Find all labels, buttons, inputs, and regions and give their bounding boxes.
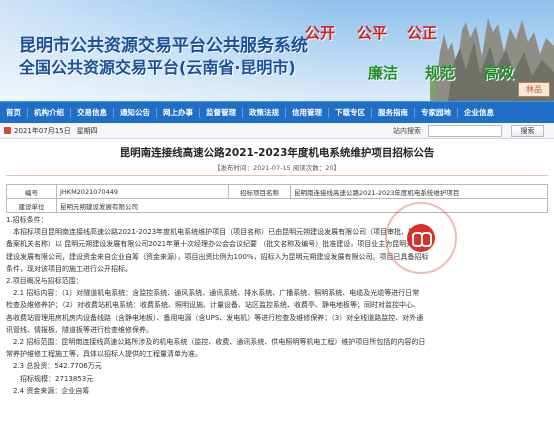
search-button[interactable]: 搜索 <box>511 125 544 137</box>
search-input[interactable] <box>428 125 502 137</box>
corner-stamp: 林品 <box>518 82 550 97</box>
nav-trade-info[interactable]: 交易信息 <box>71 102 113 124</box>
nav-about[interactable]: 机构介绍 <box>28 102 70 124</box>
title-divider <box>6 175 548 176</box>
slogan-lianjie: 廉洁 <box>368 64 399 82</box>
site-title-line1: 昆明市公共资源交易平台公共服务系统 <box>19 36 308 56</box>
nav-experts[interactable]: 专家园地 <box>415 102 457 124</box>
nav-online-service[interactable]: 网上办事 <box>157 102 199 124</box>
search-label: 站内搜索 <box>393 127 421 135</box>
main-nav: 首页 机构介绍 交易信息 通知公告 网上办事 监督管理 政策法规 信用管理 下载… <box>0 101 554 123</box>
paragraph: 2.3 总投资：542.7706万元 <box>6 362 102 371</box>
nav-supervision[interactable]: 监督管理 <box>200 102 242 124</box>
info-bar: 2021年07月15日 星期四 站内搜索 搜索 <box>0 123 554 139</box>
calendar-icon <box>4 127 11 134</box>
site-title-line2: 全国公共资源交易平台(云南省·昆明市) <box>19 58 296 77</box>
paragraph: 备案机关名称）以 昆明元朔建设发展有限公司2021年第十次经理办公会会议纪要 （… <box>6 240 421 249</box>
company-seal <box>385 202 457 274</box>
nav-home[interactable]: 首页 <box>0 102 27 124</box>
article-title: 昆明南连接线高速公路2021-2023年度机电系统维护项目招标公告 <box>119 147 435 159</box>
paragraph: 招标规模：2713853元 <box>6 374 94 383</box>
paragraph: 各收费站管理用房机房内设备线路（含静电地板）、备用电源（含UPS、发电机）等进行… <box>6 313 424 322</box>
paragraph: 建设发展有限公司，建设资金来自企业自筹（资金来源），项目出资比例为100%，招标… <box>6 252 429 261</box>
nav-downloads[interactable]: 下载专区 <box>329 102 371 124</box>
site-banner: 昆明市公共资源交易平台公共服务系统 全国公共资源交易平台(云南省·昆明市) 公开… <box>0 0 554 101</box>
table-row: 建设单位 昆明元朔建设发展有限公司 <box>6 198 548 213</box>
article-meta: 【发布时间：2021-07-15 阅读次数：20】 <box>213 164 341 172</box>
value-project-name: 昆明南连接线高速公路2021-2023年度机电系统维护项目 <box>290 184 548 199</box>
paragraph: 2.2 招标范围：昆明南连接线高速公路所涉及的机电系统（监控、收费、通讯系统、供… <box>6 338 426 347</box>
nav-notices[interactable]: 通知公告 <box>114 102 156 124</box>
slogan-gongping: 公平 <box>357 24 388 42</box>
paragraph: 本招标项目昆明南连接线高速公路2021-2023年度机电系统维护项目（项目名称）… <box>6 228 430 237</box>
paragraph: 2.1 招标内容：（1）对隧道机电系统：含监控系统、通风系统、通讯系统、排水系统… <box>6 289 420 298</box>
label-project-name: 招标项目名称 <box>228 184 291 199</box>
value-number: JHKM2021070449 <box>56 184 229 199</box>
slogan-guifan: 规范 <box>425 64 456 82</box>
paragraph: 条件，现对该项目的施工进行公开招标。 <box>6 264 132 273</box>
table-row: 编号 JHKM2021070449 招标项目名称 昆明南连接线高速公路2021-… <box>6 184 548 199</box>
article-body: 1.招标条件： 本招标项目昆明南连接线高速公路2021-2023年度机电系统维护… <box>6 214 550 397</box>
article-content: 昆明南连接线高速公路2021-2023年度机电系统维护项目招标公告 【发布时间：… <box>0 139 554 427</box>
nav-policies[interactable]: 政策法规 <box>243 102 285 124</box>
paragraph: 2.项目概况与招标范围： <box>6 277 83 286</box>
current-weekday: 星期四 <box>76 126 98 135</box>
paragraph: 常养护维修工程施工等，具体以招标人提供的工程量清单为准。 <box>6 350 202 359</box>
paragraph: 2.4 资金来源：企业自筹 <box>6 386 90 395</box>
label-builder: 建设单位 <box>6 198 57 213</box>
value-builder: 昆明元朔建设发展有限公司 <box>56 198 548 213</box>
slogan-gongzheng: 公正 <box>407 24 438 42</box>
label-number: 编号 <box>6 184 57 199</box>
slogan-gongkai: 公开 <box>305 24 336 42</box>
nav-guide[interactable]: 服务指南 <box>372 102 414 124</box>
nav-credit[interactable]: 信用管理 <box>286 102 328 124</box>
seal-logo-icon <box>407 224 435 252</box>
nav-companies[interactable]: 企业信息 <box>458 102 500 124</box>
current-date: 2021年07月15日 <box>14 126 71 135</box>
paragraph: 讯管线、情报板、隧道板等进行检查维修保养。 <box>6 325 153 334</box>
paragraph: 1.招标条件： <box>6 216 48 224</box>
paragraph: 检查及维修养护；（2）对收费站机电系统：收费系统、照明设施、计量设备、站区监控系… <box>6 301 420 310</box>
project-info-table: 编号 JHKM2021070449 招标项目名称 昆明南连接线高速公路2021-… <box>6 184 548 213</box>
slogan-gaoxiao: 高效 <box>484 64 515 82</box>
